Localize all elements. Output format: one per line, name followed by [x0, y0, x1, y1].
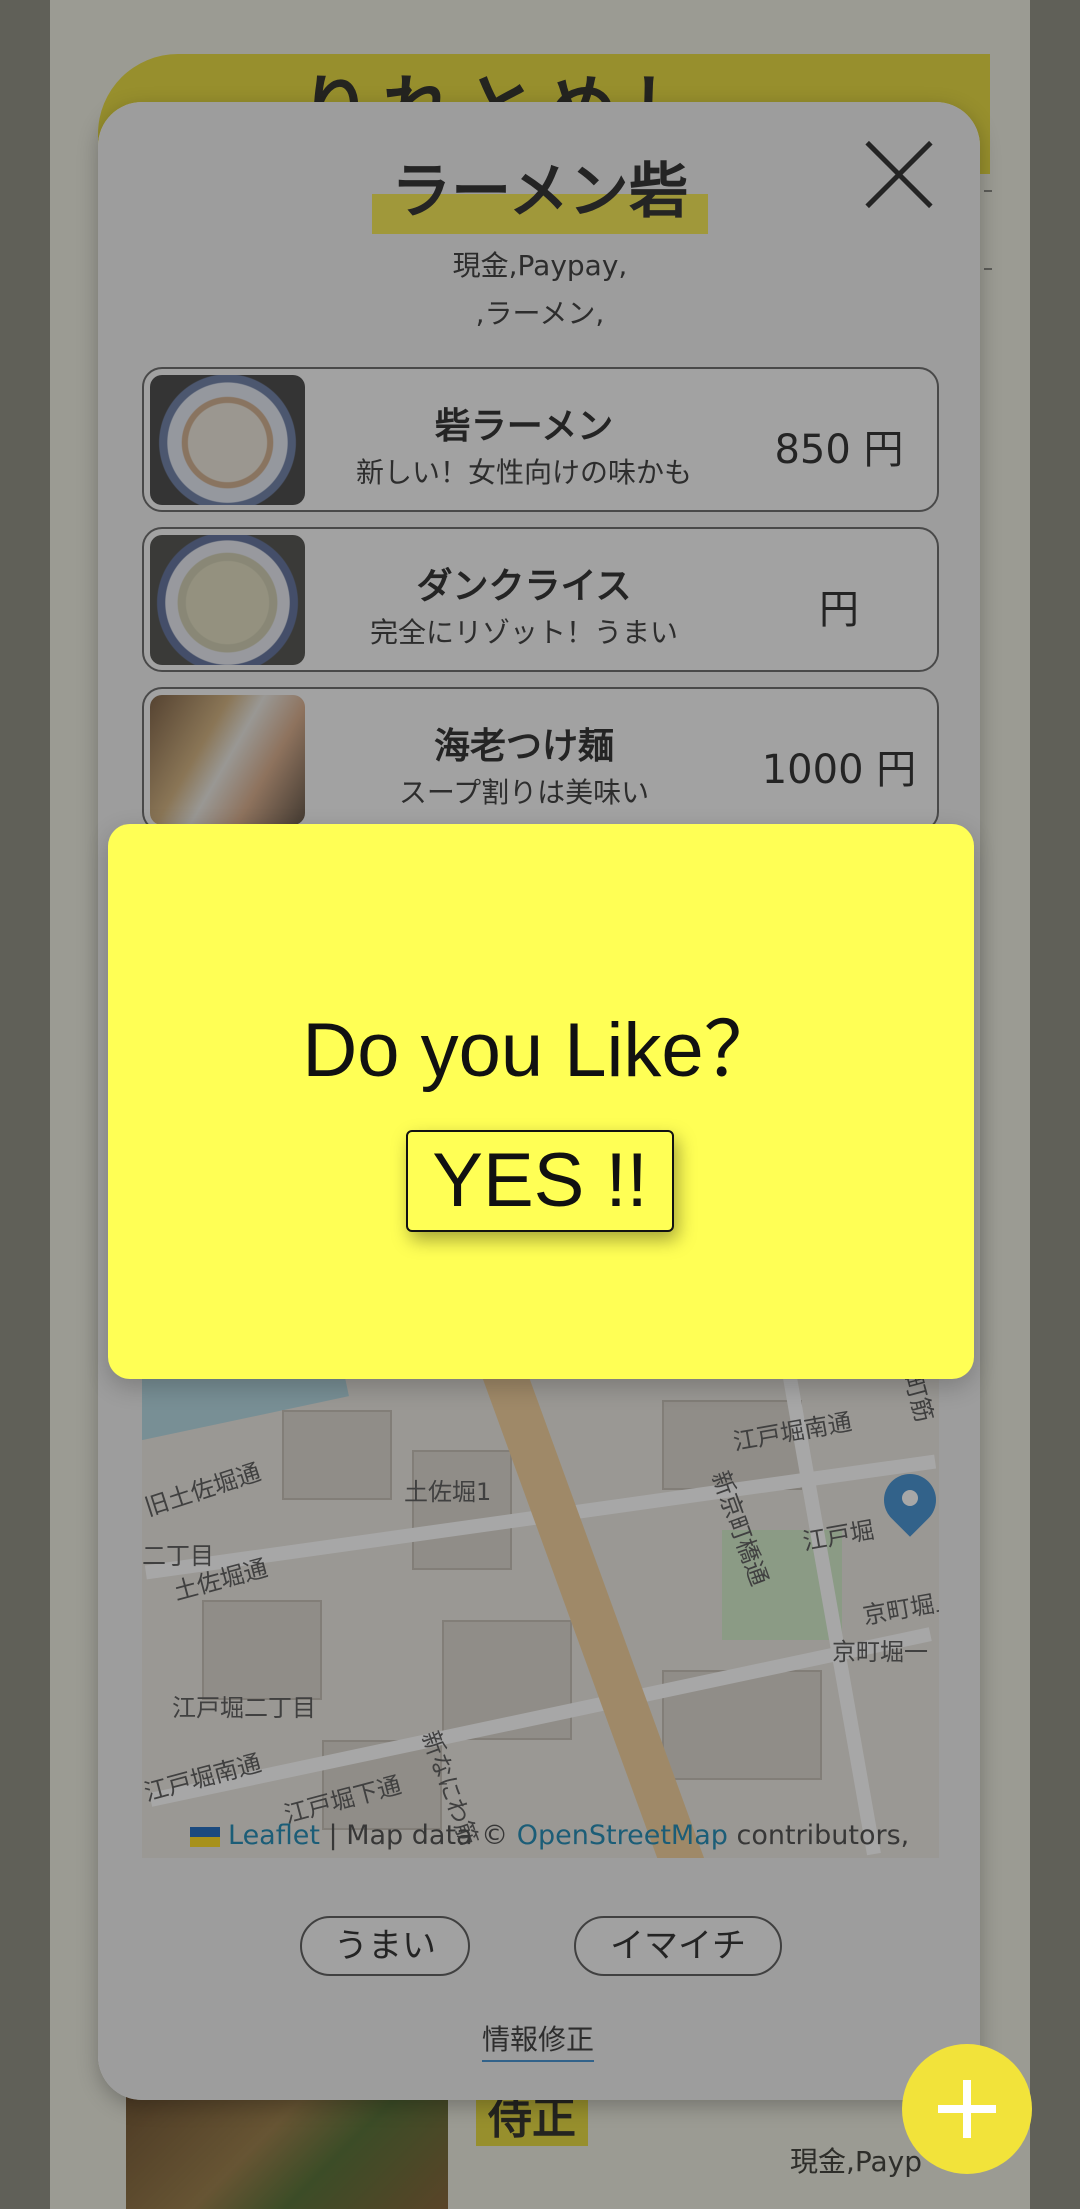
menu-image	[150, 695, 305, 825]
menu-item[interactable]: 砦ラーメン 新しい！女性向けの味かも 850 円	[142, 367, 939, 512]
map-label: 旧土佐堀通	[142, 1458, 265, 1522]
menu-name: 海老つけ麺	[433, 726, 614, 767]
map-block	[412, 1450, 512, 1570]
shop-title-wrap: ラーメン砦	[372, 150, 708, 234]
map-label: 土佐堀1	[404, 1478, 492, 1506]
menu-price: 円	[819, 587, 859, 633]
add-fab-button[interactable]	[902, 2044, 1032, 2174]
like-prompt-dialog: Do you Like？ YES !!	[108, 824, 974, 1379]
menu-description: スープ割りは美味い	[398, 776, 650, 809]
menu-description: 完全にリゾット！うまい	[369, 616, 678, 649]
menu-image	[150, 535, 305, 665]
shop-title: ラーメン砦	[391, 157, 689, 227]
menu-image	[150, 375, 305, 505]
menu-item[interactable]: ダンクライス 完全にリゾット！うまい 円	[142, 527, 939, 672]
leaflet-link[interactable]: Leaflet	[228, 1820, 320, 1851]
shop-genre: ,ラーメン,	[475, 297, 605, 330]
menu-name: ダンクライス	[416, 566, 632, 607]
prompt-question: Do you Like？	[302, 1008, 780, 1093]
map-label: 江戸堀二丁目	[172, 1694, 316, 1722]
menu-item[interactable]: 海老つけ麺 スープ割りは美味い 1000 円	[142, 687, 939, 832]
menu-name: 砦ラーメン	[434, 406, 614, 447]
yes-button[interactable]: YES !!	[406, 1130, 674, 1232]
map-label: 京町堀上	[860, 1585, 939, 1631]
edit-info-link[interactable]: 情報修正	[482, 2018, 595, 2062]
attribution-text-end: contributors,	[727, 1820, 910, 1851]
map-pin-icon[interactable]	[880, 1474, 939, 1554]
map-label: 江戸堀南通	[142, 1748, 265, 1807]
map-block	[202, 1600, 322, 1700]
close-icon[interactable]	[862, 138, 936, 212]
menu-price: 1000 円	[761, 747, 917, 793]
vote-bad-button[interactable]: イマイチ	[574, 1916, 782, 1976]
shop-map[interactable]: 土佐堀1 江戸堀南通 旧土佐堀通 二丁目 土佐堀通 江戸堀 京町堀上 京町堀一 …	[142, 1340, 939, 1858]
map-block	[282, 1410, 392, 1500]
vote-good-button[interactable]: うまい	[300, 1916, 470, 1976]
menu-description: 新しい！女性向けの味かも	[355, 456, 692, 489]
map-attribution: Leaflet | Map data © OpenStreetMap contr…	[190, 1820, 930, 1851]
shop-payment: 現金,Paypay,	[452, 249, 628, 282]
menu-price: 850 円	[774, 427, 904, 473]
ukraine-flag-icon	[190, 1826, 220, 1847]
attribution-text: | Map data ©	[319, 1820, 517, 1851]
map-label: 京町堀一	[832, 1638, 928, 1666]
osm-link[interactable]: OpenStreetMap	[517, 1820, 728, 1851]
